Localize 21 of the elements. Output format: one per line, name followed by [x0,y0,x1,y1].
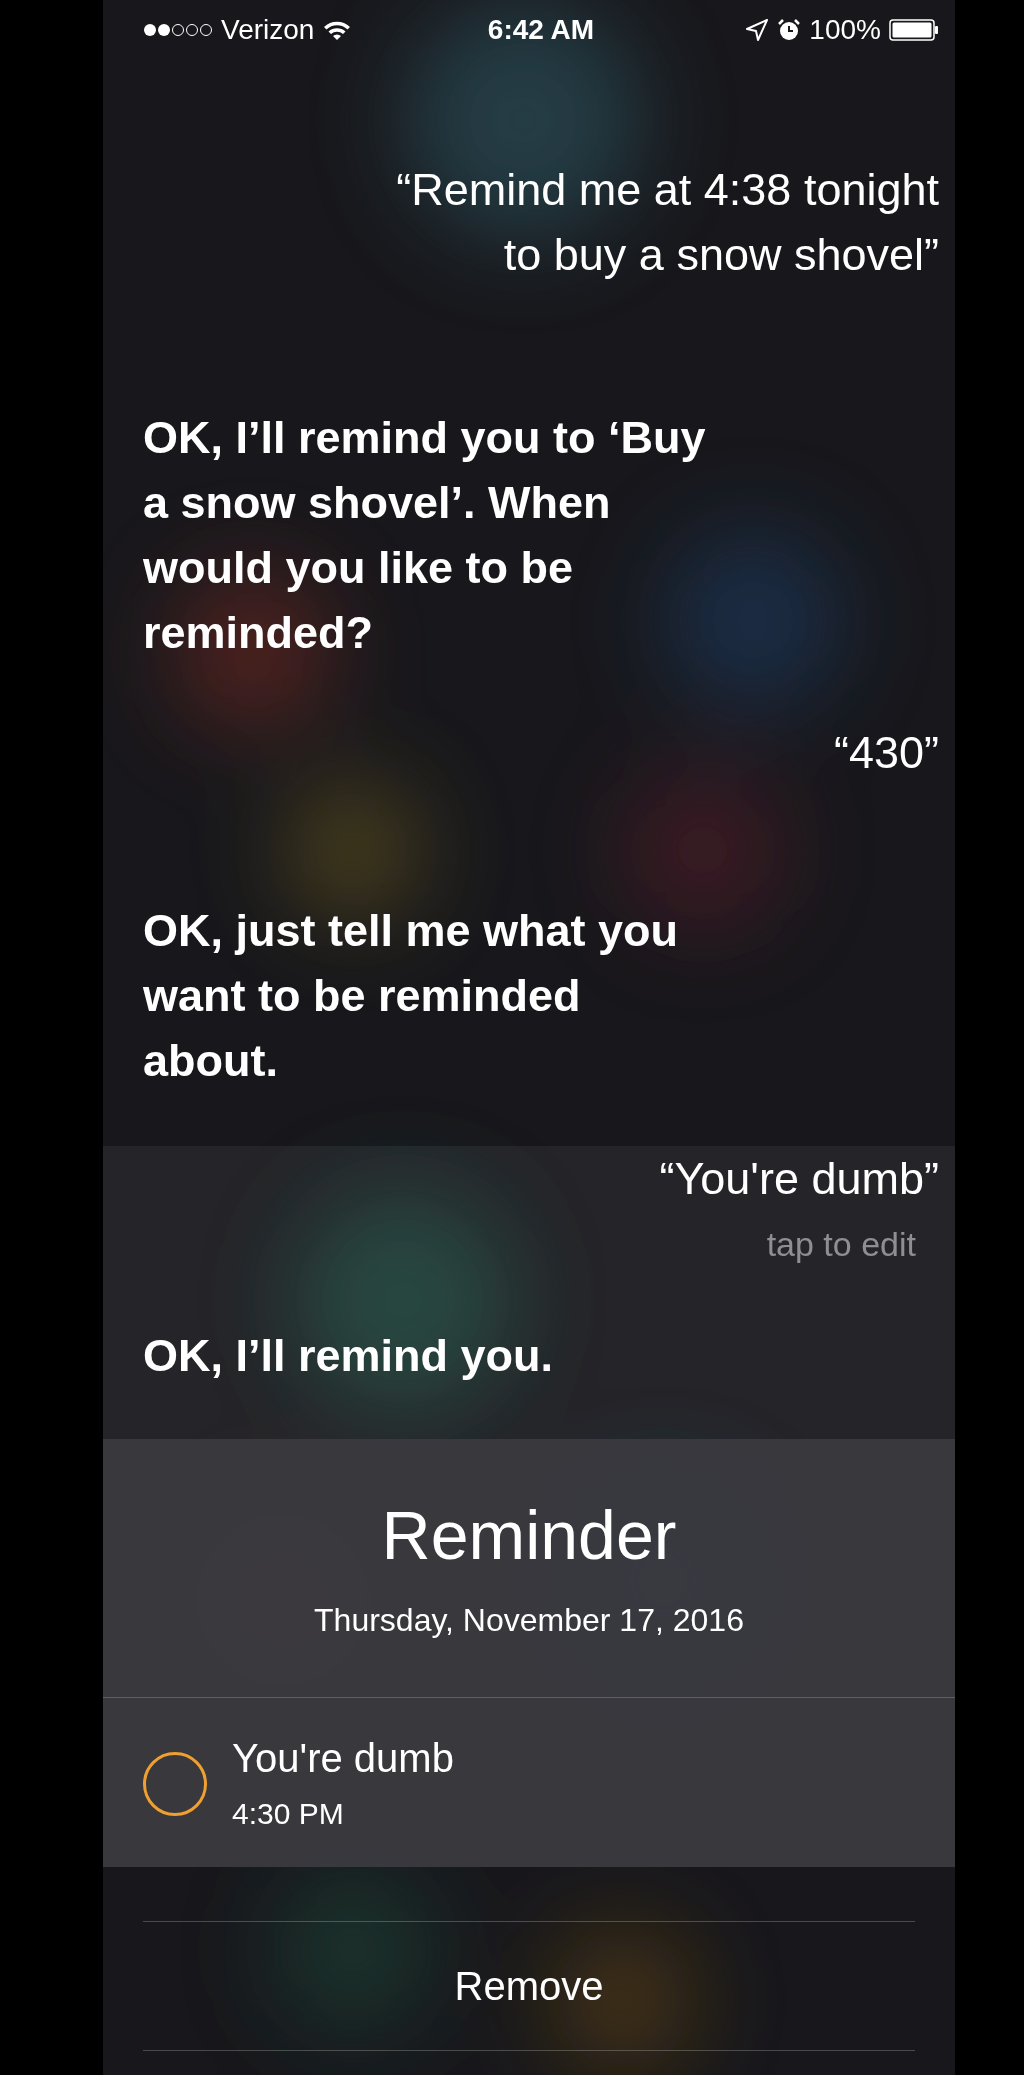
carrier-name: Verizon [221,13,315,47]
reminder-title: You're dumb [232,1735,454,1782]
location-arrow-icon [745,18,770,42]
wifi-icon [322,19,353,41]
signal-icon [143,23,213,37]
spoken-request: “You're dumb” [658,1152,940,1206]
assistant-reply: OK, I’ll remind you. [142,1329,555,1383]
reminder-time: 4:30 PM [232,1796,345,1832]
reminder-date: Thursday, November 17, 2016 [313,1601,745,1640]
spoken-request: “Remind me at 4:38 tonight to buy a snow shovel” [395,163,940,282]
spoken-request: “430” [832,726,940,780]
remove-button[interactable]: Remove [143,1921,915,2051]
card-title: Reminder [380,1496,678,1575]
status-time: 6:42 AM [487,13,595,47]
assistant-reply: OK, just tell me what you want to be reminded about. [142,904,680,1088]
edit-hint[interactable]: tap to edit [103,1222,955,1266]
checkbox-circle[interactable] [143,1751,207,1816]
assistant-reply: OK, I’ll remind you to ‘Buy a snow shovel’. When would you like to be reminded? [142,411,707,660]
battery-percent: 100% [809,13,881,47]
alarm-clock-icon [777,18,802,42]
battery-icon [889,19,939,41]
